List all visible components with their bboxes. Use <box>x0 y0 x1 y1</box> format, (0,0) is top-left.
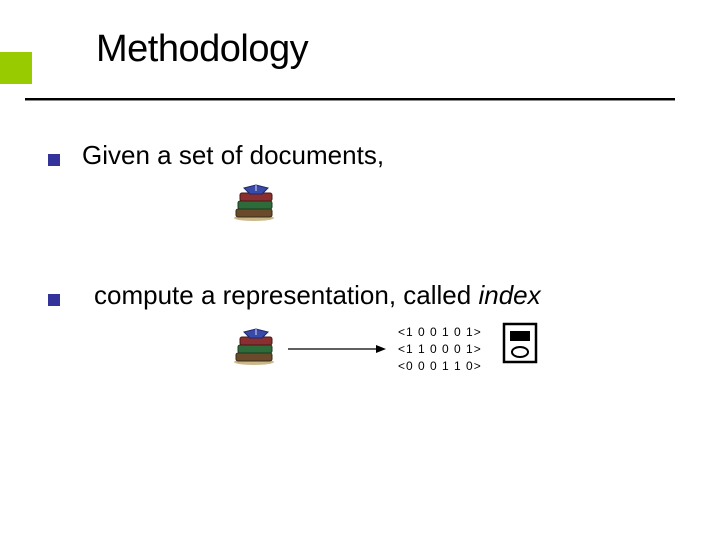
vector-line-2: <1 1 0 0 0 1> <box>398 342 482 356</box>
bullet-marker <box>48 154 60 166</box>
bullet-text-2: compute a representation, called index <box>94 280 541 311</box>
vector-line-3: <0 0 0 1 1 0> <box>398 359 482 373</box>
slide: Methodology Given a set of documents, co… <box>0 0 720 540</box>
arrow-icon <box>288 343 388 355</box>
database-icon <box>500 320 540 366</box>
index-vectors: <1 0 0 1 0 1> <1 1 0 0 0 1> <0 0 0 1 1 0… <box>398 324 482 375</box>
bullet-text-2-italic: index <box>478 280 540 310</box>
bullet-text-2-prefix: compute a representation, called <box>94 280 478 310</box>
bullet-marker <box>48 294 60 306</box>
bullet-row-2: compute a representation, called index <box>48 280 541 311</box>
vector-line-1: <1 0 0 1 0 1> <box>398 325 482 339</box>
bullet-text-1: Given a set of documents, <box>82 140 384 171</box>
slide-title: Methodology <box>96 28 308 71</box>
books-icon <box>230 326 278 366</box>
title-rule-shadow <box>25 100 675 101</box>
bullet-row-1: Given a set of documents, <box>48 140 384 171</box>
books-icon <box>230 182 278 222</box>
title-accent-square <box>0 52 32 84</box>
